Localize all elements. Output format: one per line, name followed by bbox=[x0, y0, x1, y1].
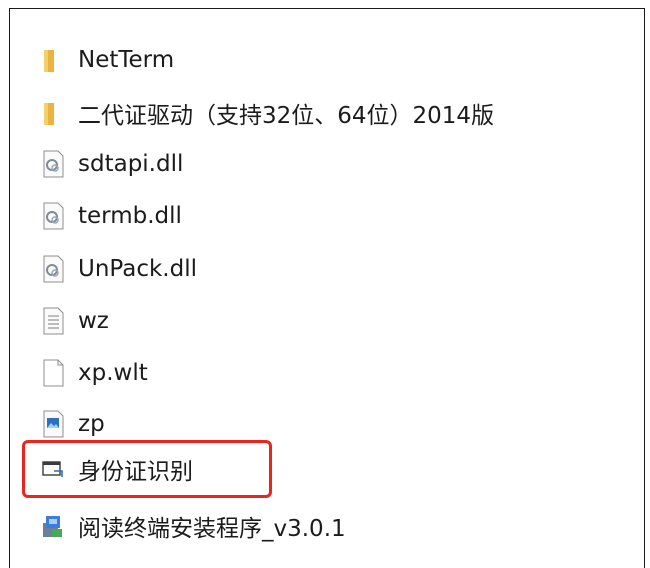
file-name: wz bbox=[78, 308, 109, 334]
file-item-installer[interactable]: 阅读终端安装程序_v3.0.1 bbox=[40, 506, 346, 546]
file-item-netterm[interactable]: NetTerm bbox=[40, 40, 174, 80]
file-item-driver-folder[interactable]: 二代证驱动（支持32位、64位）2014版 bbox=[40, 93, 494, 133]
file-name: sdtapi.dll bbox=[78, 151, 184, 177]
file-item-id-card-recognition[interactable]: 身份证识别 bbox=[40, 449, 193, 489]
blank-file-icon bbox=[43, 359, 64, 387]
installer-icon bbox=[43, 516, 62, 537]
folder-icon bbox=[44, 50, 54, 72]
file-name: NetTerm bbox=[78, 47, 175, 73]
folder-icon bbox=[44, 103, 54, 125]
file-name: zp bbox=[78, 411, 105, 437]
file-name: 身份证识别 bbox=[78, 459, 193, 485]
file-name: xp.wlt bbox=[78, 360, 148, 386]
file-item-zp[interactable]: zp bbox=[40, 404, 105, 444]
file-item-sdtapi-dll[interactable]: sdtapi.dll bbox=[40, 144, 183, 184]
file-item-termb-dll[interactable]: termb.dll bbox=[40, 196, 182, 236]
dll-file-icon bbox=[43, 150, 64, 178]
dll-file-icon bbox=[43, 202, 64, 230]
file-item-wz[interactable]: wz bbox=[40, 301, 109, 341]
file-item-xp-wlt[interactable]: xp.wlt bbox=[40, 353, 148, 393]
file-name: UnPack.dll bbox=[78, 256, 197, 282]
file-name: 二代证驱动（支持32位、64位）2014版 bbox=[78, 103, 495, 129]
dll-file-icon bbox=[43, 255, 64, 283]
file-name: 阅读终端安装程序_v3.0.1 bbox=[78, 516, 346, 542]
file-name: termb.dll bbox=[78, 203, 182, 229]
application-shortcut-icon bbox=[42, 461, 63, 477]
file-item-unpack-dll[interactable]: UnPack.dll bbox=[40, 249, 197, 289]
image-file-icon bbox=[43, 410, 64, 438]
text-file-icon bbox=[43, 307, 64, 335]
